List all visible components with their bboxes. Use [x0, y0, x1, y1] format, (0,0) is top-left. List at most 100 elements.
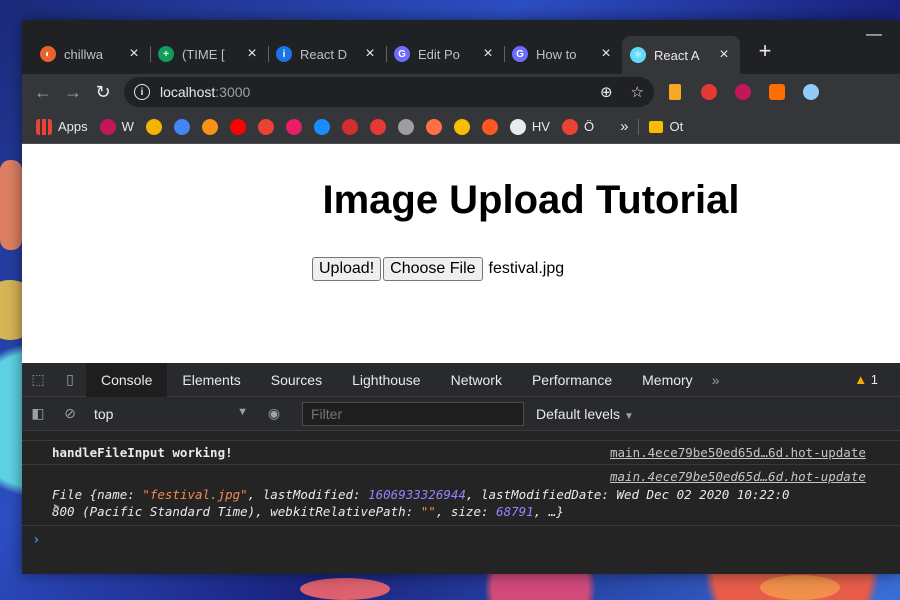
extension-icon[interactable]	[662, 79, 688, 105]
bookmark-star-icon[interactable]: ☆	[631, 83, 644, 101]
live-expression-eye-icon[interactable]: ◉	[258, 397, 290, 431]
bookmark-favicon-icon	[99, 118, 116, 135]
bookmark-item[interactable]	[453, 118, 470, 135]
devtools-tab-elements[interactable]: Elements	[167, 363, 255, 397]
device-toolbar-icon[interactable]: ▯	[54, 363, 86, 397]
bookmark-item[interactable]	[341, 118, 358, 135]
sidebar-toggle-icon[interactable]: ◧	[22, 397, 54, 431]
bookmark-favicon-icon	[201, 118, 218, 135]
devtools-tab-sources[interactable]: Sources	[256, 363, 337, 397]
console-row-truncated	[22, 431, 900, 441]
bookmark-item[interactable]	[425, 118, 442, 135]
bookmark-favicon-icon	[229, 118, 246, 135]
bookmark-label: HV	[531, 119, 550, 134]
bookmark-favicon-icon	[285, 118, 302, 135]
bookmark-favicon-icon	[509, 118, 526, 135]
log-levels-label: Default levels	[536, 405, 621, 422]
log-levels-select[interactable]: Default levels ▼	[536, 406, 634, 422]
extension-icon[interactable]	[696, 79, 722, 105]
bookmark-item[interactable]	[229, 118, 246, 135]
bookmark-favicon-icon	[313, 118, 330, 135]
close-icon[interactable]: ×	[244, 45, 260, 63]
context-value: top	[94, 405, 114, 422]
zoom-icon[interactable]: ⊕	[600, 83, 613, 101]
bookmark-item[interactable]	[145, 118, 162, 135]
devtools-tab-lighthouse[interactable]: Lighthouse	[337, 363, 436, 397]
upload-button[interactable]: Upload!	[312, 257, 382, 281]
bookmarks-overflow-button[interactable]: »	[620, 118, 628, 135]
close-icon[interactable]: ×	[716, 46, 732, 64]
bookmark-item[interactable]	[397, 118, 414, 135]
devtools-tab-console[interactable]: Console	[86, 362, 168, 397]
bookmark-item[interactable]	[173, 118, 190, 135]
bookmark-favicon-icon	[425, 118, 442, 135]
new-tab-button[interactable]: +	[748, 38, 782, 64]
object-line-1: File {name: "festival.jpg", lastModified…	[52, 487, 790, 502]
close-icon[interactable]: ×	[480, 45, 496, 63]
other-bookmarks-folder[interactable]: Ot	[649, 119, 683, 134]
bookmark-favicon-icon	[481, 118, 498, 135]
extension-icon[interactable]	[730, 79, 756, 105]
console-prompt[interactable]: ›	[22, 526, 900, 554]
tab-title: (TIME [	[182, 46, 225, 62]
browser-tab[interactable]: ⚛ React A ×	[622, 36, 740, 74]
tab-favicon-icon: +	[158, 46, 174, 62]
back-icon[interactable]: ←	[28, 77, 58, 107]
devtools-tab-network[interactable]: Network	[436, 363, 517, 397]
context-select[interactable]: top ▼	[88, 406, 258, 422]
browser-tab[interactable]: G Edit Po ×	[386, 36, 504, 72]
reload-icon[interactable]: ↻	[88, 77, 118, 107]
bookmark-item[interactable]	[257, 118, 274, 135]
warning-count: 1	[870, 372, 878, 387]
bookmark-favicon-icon	[397, 118, 414, 135]
bookmark-favicon-icon	[257, 118, 274, 135]
tab-favicon-icon: ◐	[40, 46, 56, 62]
bookmark-item[interactable]	[201, 118, 218, 135]
devtools-panel: ⬚ ▯ Console Elements Sources Lighthouse Netw…	[22, 362, 900, 574]
bookmark-item[interactable]: Ö	[561, 118, 594, 135]
minimize-icon[interactable]: —	[866, 26, 882, 44]
address-bar[interactable]: i localhost:3000 ⊕ ☆	[124, 77, 654, 107]
close-icon[interactable]: ×	[362, 45, 378, 63]
close-icon[interactable]: ×	[126, 45, 142, 63]
bookmark-item[interactable]: Apps	[36, 118, 88, 135]
log-source-link[interactable]: main.4ece79be50ed65d…6d.hot-update	[610, 469, 900, 486]
extension-icon[interactable]	[798, 79, 824, 105]
forward-icon[interactable]: →	[58, 77, 88, 107]
address-port: :3000	[215, 84, 251, 100]
site-info-icon[interactable]: i	[134, 84, 150, 100]
console-filter-input[interactable]	[302, 401, 524, 426]
browser-tab[interactable]: ◐ chillwa ×	[32, 36, 150, 72]
tab-favicon-icon: G	[394, 46, 410, 62]
address-host: localhost	[160, 84, 216, 100]
browser-tab[interactable]: i React D ×	[268, 36, 386, 72]
tab-favicon-icon: G	[512, 46, 528, 62]
bookmark-item[interactable]	[285, 118, 302, 135]
chevron-down-icon: ▼	[237, 405, 248, 418]
bookmark-item[interactable]	[369, 118, 386, 135]
bookmark-item[interactable]: W	[99, 118, 134, 135]
inspect-element-icon[interactable]: ⬚	[22, 363, 54, 397]
log-source-link[interactable]: main.4ece79be50ed65d…6d.hot-update	[610, 445, 900, 460]
clear-console-icon[interactable]: ⊘	[54, 397, 86, 431]
devtools-tab-memory[interactable]: Memory	[627, 363, 708, 397]
bookmark-item[interactable]	[481, 118, 498, 135]
bookmark-item[interactable]	[313, 118, 330, 135]
expand-triangle-icon[interactable]: ▶	[54, 501, 59, 513]
warnings-badge[interactable]: ▲ 1	[854, 372, 878, 387]
browser-tab[interactable]: G How to ×	[504, 36, 622, 72]
bookmark-item[interactable]: HV	[509, 118, 550, 135]
close-icon[interactable]: ×	[598, 45, 614, 63]
console-object-row[interactable]: main.4ece79be50ed65d…6d.hot-update ▶ Fil…	[22, 465, 900, 526]
apps-grid-icon	[36, 118, 52, 135]
folder-label: Ot	[669, 119, 684, 134]
extension-icon[interactable]	[764, 79, 790, 105]
devtools-tab-performance[interactable]: Performance	[517, 363, 627, 397]
devtools-more-tabs-button[interactable]: »	[712, 372, 720, 388]
tab-strip: ◐ chillwa × + (TIME [× i React D × G Edit Po × G How…	[22, 20, 900, 74]
divider	[638, 118, 640, 135]
bookmark-favicon-icon	[341, 118, 358, 135]
choose-file-button[interactable]: Choose File	[383, 257, 483, 281]
bookmark-favicon-icon	[561, 118, 578, 135]
browser-tab[interactable]: + (TIME [ ×	[150, 36, 268, 72]
